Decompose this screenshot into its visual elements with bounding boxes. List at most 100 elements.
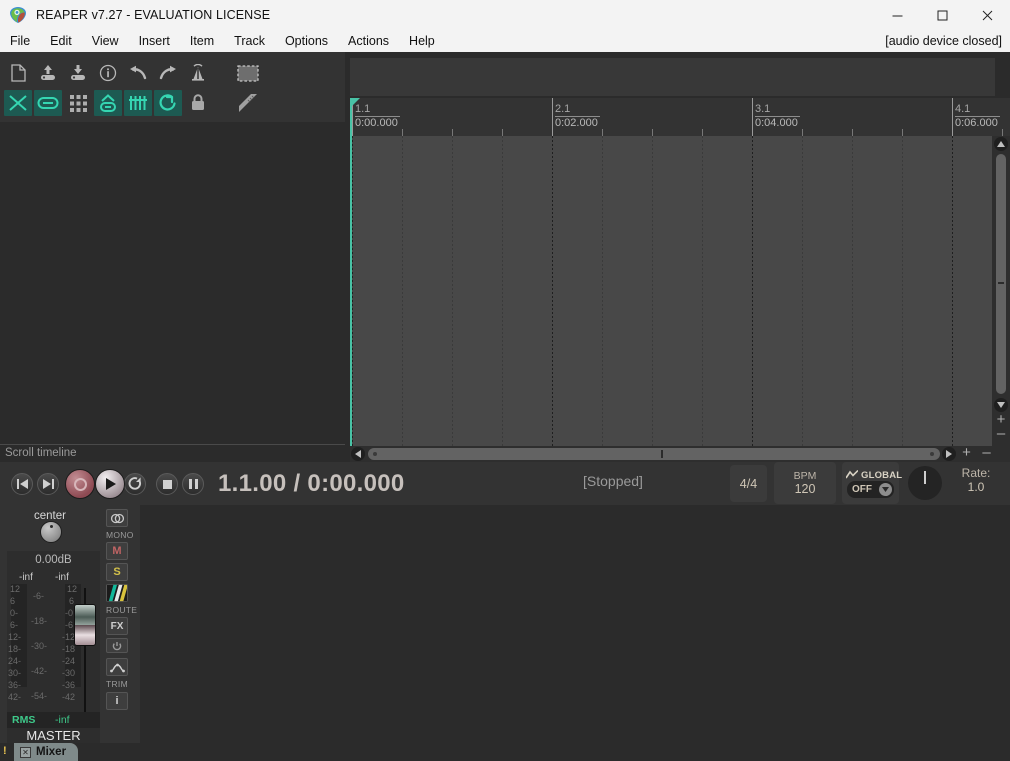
ruler-measure-label: 1.1 [355,103,401,117]
scroll-grip [998,282,1004,284]
vertical-zoom-out-button[interactable]: – [995,426,1007,441]
scale-left-tick: 30- [8,668,22,678]
open-project-icon[interactable] [34,60,62,86]
horizontal-scroll-thumb[interactable] [368,448,940,460]
playhead-triangle-icon [351,98,360,107]
menu-actions[interactable]: Actions [339,32,398,50]
trim-button[interactable] [106,658,128,676]
redo-icon[interactable] [154,60,182,86]
close-icon[interactable] [965,0,1010,30]
scale-left-tick: 36- [8,680,22,690]
loop-icon[interactable] [154,90,182,116]
scale-right-tick: -18 [62,644,76,654]
route-button[interactable] [106,584,128,602]
record-button[interactable] [65,469,95,499]
rate-label: Rate: [961,466,991,480]
main-toolbar [0,52,345,122]
new-project-icon[interactable] [4,60,32,86]
rms-readout: RMS -inf [7,712,100,728]
arrange-view[interactable] [350,136,1003,446]
stop-button[interactable] [156,473,178,495]
menu-view[interactable]: View [83,32,128,50]
menu-item[interactable]: Item [181,32,223,50]
scroll-grip [661,450,663,458]
bpm-label: BPM [793,470,817,482]
pan-knob[interactable] [40,521,62,543]
repeat-button[interactable] [124,473,146,495]
info-button[interactable]: i [106,692,128,710]
scale-left-tick: 12 [10,584,21,594]
go-to-start-button[interactable] [11,473,33,495]
global-mode-dropdown[interactable]: OFF [847,481,894,498]
minimize-icon[interactable] [875,0,920,30]
horizontal-scrollbar[interactable]: + – [350,445,1010,462]
fx-button[interactable]: FX [106,617,128,635]
panel-divider [0,444,345,445]
master-track-name[interactable]: MASTER [7,728,100,743]
project-info-icon[interactable] [94,60,122,86]
timeline-ruler[interactable]: 1.1 0:00.000 2.1 0:02.000 3.1 0:04.000 4… [350,98,1010,136]
scale-mid-tick: -6- [33,591,44,601]
play-button[interactable] [95,469,125,499]
scroll-left-icon[interactable] [351,447,365,461]
vertical-scroll-thumb[interactable] [996,154,1006,394]
group-override-icon[interactable] [94,90,122,116]
rms-label: RMS [12,714,36,726]
rate-display[interactable]: Rate: 1.0 [950,466,1002,494]
time-selection-icon[interactable] [234,60,262,86]
ruler-measure-label: 4.1 [955,103,1001,117]
close-icon[interactable]: ✕ [20,746,31,758]
master-volume-value[interactable]: 0.00dB [7,554,100,566]
route-caption: ROUTE [106,605,138,615]
transport-time-display[interactable]: 1.1.00 / 0:00.000 [218,470,405,498]
menu-file[interactable]: File [1,32,39,50]
playrate-knob[interactable] [908,466,942,500]
scale-mid-tick: -42- [31,666,48,676]
crossfade-icon[interactable] [4,90,32,116]
scroll-up-icon[interactable] [994,137,1008,151]
menu-insert[interactable]: Insert [130,32,179,50]
menu-edit[interactable]: Edit [41,32,81,50]
global-automation-control[interactable]: GLOBAL OFF [842,462,902,504]
audio-device-status: [audio device closed] [885,34,1002,48]
time-signature-button[interactable]: 4/4 [730,465,767,502]
chevron-down-icon[interactable] [879,483,892,496]
menu-help[interactable]: Help [400,32,444,50]
scale-mid-tick: -18- [31,616,48,626]
master-button-column: MONO M S ROUTE FX TRIM i [106,509,138,713]
snap-grid-icon[interactable] [124,90,152,116]
go-to-end-button[interactable] [37,473,59,495]
warning-icon[interactable]: ! [3,745,7,757]
mono-button[interactable] [106,509,128,527]
volume-fader[interactable] [74,604,96,646]
mute-button[interactable]: M [106,542,128,560]
scroll-down-icon[interactable] [994,398,1008,412]
bpm-button[interactable]: BPM 120 [774,462,836,504]
title-bar: REAPER v7.27 - EVALUATION LICENSE [0,0,1010,30]
solo-button[interactable]: S [106,563,128,581]
lock-icon[interactable] [184,90,212,116]
menu-options[interactable]: Options [276,32,337,50]
transport-play-state: [Stopped] [583,473,643,489]
metronome-icon[interactable] [184,60,212,86]
save-project-icon[interactable] [64,60,92,86]
scale-left-tick: 42- [8,692,22,702]
scale-right-tick: -24 [62,656,76,666]
maximize-icon[interactable] [920,0,965,30]
scale-right-tick: -6 [65,620,74,630]
mixer-tab[interactable]: ✕ Mixer [14,743,79,761]
reaper-main-window: REAPER v7.27 - EVALUATION LICENSE File E… [0,0,1010,761]
envelope-icon[interactable] [234,90,262,116]
undo-icon[interactable] [124,60,152,86]
grid-icon[interactable] [64,90,92,116]
mono-caption: MONO [106,530,134,540]
scroll-right-icon[interactable] [942,447,956,461]
pause-button[interactable] [182,473,204,495]
vertical-scrollbar[interactable]: + – [992,136,1010,446]
horizontal-zoom-out-button[interactable]: – [980,445,993,460]
fx-bypass-button[interactable] [106,638,128,653]
horizontal-zoom-in-button[interactable]: + [960,445,973,460]
ripple-edit-icon[interactable] [34,90,62,116]
playhead-cursor[interactable] [350,136,352,446]
menu-track[interactable]: Track [225,32,274,50]
